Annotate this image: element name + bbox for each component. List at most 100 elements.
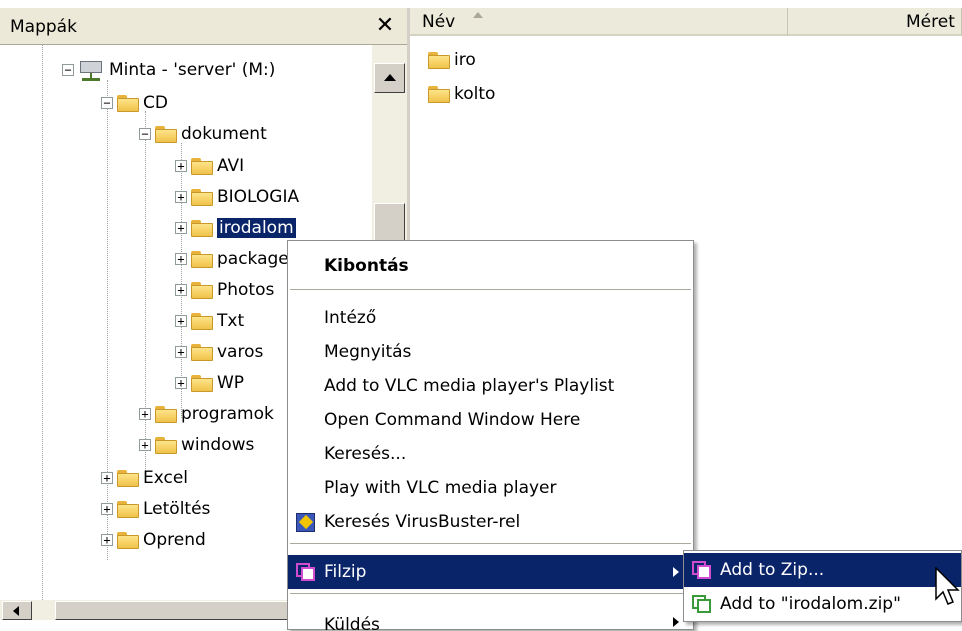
menu-item-label: Kibontás [324,256,409,276]
menu-item-kibontas[interactable]: Kibontás [288,249,693,283]
list-item[interactable]: kolto [428,80,495,108]
menu-item-virusbuster[interactable]: Keresés VirusBuster-rel [288,505,693,539]
menu-item-add-to-named-zip[interactable]: Add to "irodalom.zip" [684,587,961,621]
folder-icon [191,250,213,268]
menu-item-kereses[interactable]: Keresés... [288,437,693,471]
folder-icon [117,94,139,112]
folder-icon [117,500,139,518]
tree-node-label: Photos [217,280,275,300]
folder-icon [191,219,213,237]
menu-item-label: Add to Zip... [720,560,825,580]
tree-node-label: WP [217,373,245,393]
menu-separator [290,543,691,544]
sort-ascending-icon [473,12,483,18]
tree-node-label: irodalom [217,218,296,238]
expand-icon[interactable]: + [101,503,113,515]
menu-item-vlc-playlist[interactable]: Add to VLC media player's Playlist [288,369,693,403]
document-strip [0,0,962,8]
folder-icon [191,374,213,392]
expand-icon[interactable]: + [175,377,187,389]
context-menu: Kibontás Intéző Megnyitás Add to VLC med… [287,240,694,631]
list-item[interactable]: iro [428,46,476,74]
expand-icon[interactable]: + [175,346,187,358]
menu-item-label: Megnyitás [324,342,412,362]
tree-node-label: Txt [217,311,245,331]
menu-item-filzip[interactable]: Filzip [288,555,693,589]
collapse-icon[interactable]: − [62,64,74,76]
collapse-icon[interactable]: − [101,97,113,109]
tree-node[interactable]: + WP [175,368,244,398]
menu-item-intezo[interactable]: Intéző [288,301,693,335]
menu-item-add-to-zip[interactable]: Add to Zip... [684,553,961,587]
menu-item-label: Add to "irodalom.zip" [720,594,901,614]
arrow-up-icon [384,74,396,81]
tree-node-label: BIOLOGIA [217,187,300,207]
tree-node-excel[interactable]: + Excel [101,463,188,493]
collapse-icon[interactable]: − [139,128,151,140]
folder-icon [117,531,139,549]
expand-icon[interactable]: + [175,315,187,327]
scroll-thumb-horizontal[interactable] [55,601,295,620]
tree-line [42,45,43,600]
tree-node-label: Minta - 'server' (M:) [109,60,276,80]
menu-item-label: Add to VLC media player's Playlist [324,376,615,396]
folder-icon [191,281,213,299]
tree-node-dokument[interactable]: − dokument [139,119,267,149]
tree-node-label: packages [217,249,298,269]
menu-item-label: Open Command Window Here [324,410,581,430]
virusbuster-icon [296,512,315,532]
menu-separator [290,593,691,594]
column-header-size[interactable]: Méret [788,8,962,36]
tree-node-cd[interactable]: − CD [101,88,168,118]
tree-node-label: AVI [217,156,245,176]
expand-icon[interactable]: + [175,191,187,203]
tree-node-label: windows [181,435,255,455]
filzip-green-icon [692,595,712,613]
folder-icon [191,343,213,361]
tree-node[interactable]: + packages [175,244,298,274]
scroll-up-button[interactable] [374,63,405,93]
column-header-label: Név [422,12,456,32]
column-header-name[interactable]: Név [410,8,788,36]
menu-item-label: Keresés... [324,444,407,464]
expand-icon[interactable]: + [175,222,187,234]
expand-icon[interactable]: + [101,472,113,484]
tree-node-biologia[interactable]: + BIOLOGIA [175,182,299,212]
menu-item-label: Play with VLC media player [324,478,557,498]
tree-node[interactable]: + programok [139,399,274,429]
expand-icon[interactable]: + [139,439,151,451]
scroll-left-button[interactable] [2,601,32,620]
menu-item-vlc-play[interactable]: Play with VLC media player [288,471,693,505]
expand-icon[interactable]: + [175,160,187,172]
tree-node-label: varos [217,342,264,362]
folders-title: Mappák [10,17,77,37]
tree-node-label: Letöltés [143,499,211,519]
tree-node-drive[interactable]: − Minta - 'server' (M:) [62,55,275,85]
tree-node[interactable]: + Txt [175,306,244,336]
tree-node-label: dokument [181,124,267,144]
filzip-submenu: Add to Zip... Add to "irodalom.zip" [683,550,962,622]
folders-header: Mappák ✕ [0,8,407,45]
close-pane-button[interactable]: ✕ [370,11,400,41]
tree-node-irodalom[interactable]: + irodalom [175,213,296,243]
menu-item-kuldes[interactable]: Küldés [288,605,693,631]
menu-item-megnyitas[interactable]: Megnyitás [288,335,693,369]
expand-icon[interactable]: + [139,408,151,420]
tree-node[interactable]: + windows [139,430,254,460]
column-header-label: Méret [906,12,955,32]
tree-node-avi[interactable]: + AVI [175,151,244,181]
menu-item-label: Keresés VirusBuster-rel [324,512,521,532]
tree-node[interactable]: + varos [175,337,263,367]
tree-node-letoltes[interactable]: + Letöltés [101,494,210,524]
network-drive-icon [78,59,104,81]
tree-node-oprend[interactable]: + Oprend [101,525,206,555]
expand-icon[interactable]: + [101,534,113,546]
tree-node[interactable]: + Photos [175,275,274,305]
filzip-icon [692,561,712,579]
arrow-left-icon [13,606,19,616]
menu-item-command-window[interactable]: Open Command Window Here [288,403,693,437]
expand-icon[interactable]: + [175,284,187,296]
menu-item-label: Küldés [324,615,380,631]
list-item-label: iro [454,50,476,70]
expand-icon[interactable]: + [175,253,187,265]
